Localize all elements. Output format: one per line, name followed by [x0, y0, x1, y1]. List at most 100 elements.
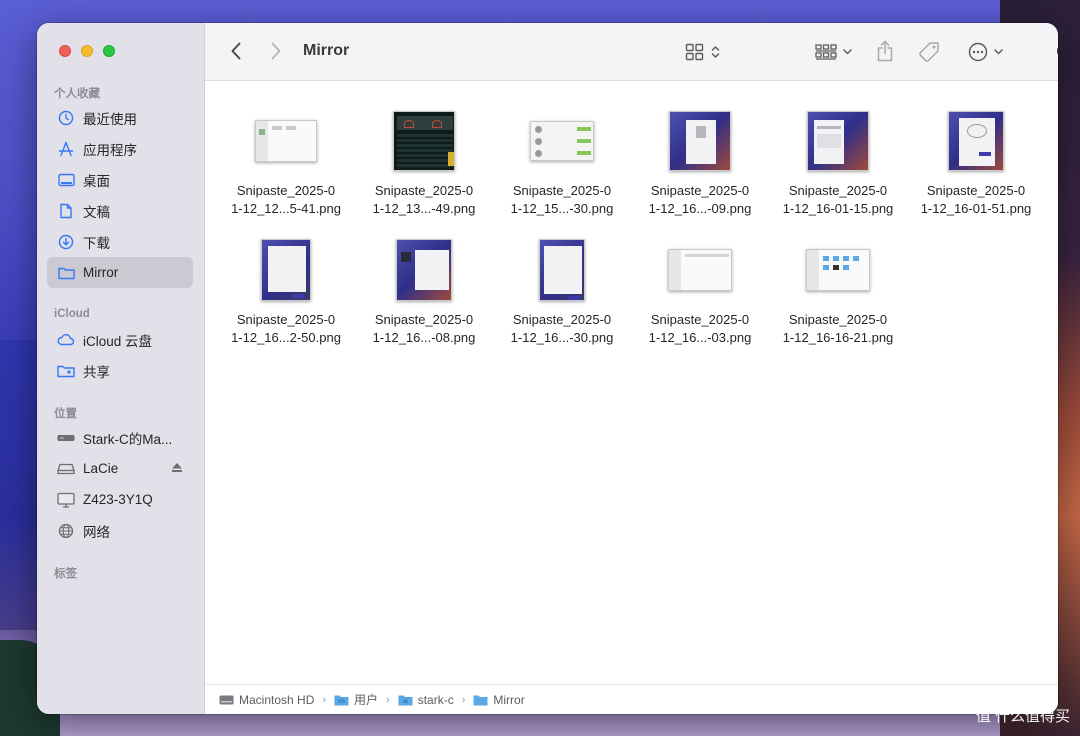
file-name: 1-12_15...-30.png — [497, 200, 627, 218]
sidebar-item-label: 网络 — [83, 521, 110, 541]
file-name: Snipaste_2025-0 — [773, 311, 903, 329]
chevron-updown-icon — [711, 45, 720, 59]
group-button[interactable] — [811, 40, 855, 64]
back-button[interactable] — [225, 40, 247, 62]
path-crumb-stark-c[interactable]: stark-c — [398, 693, 454, 707]
path-crumb-mirror[interactable]: Mirror — [473, 693, 524, 707]
sidebar-item-mirror[interactable]: Mirror — [47, 257, 193, 288]
image-thumbnail — [948, 111, 1004, 171]
file-name: Snipaste_2025-0 — [497, 311, 627, 329]
sidebar-item-icloud-drive[interactable]: iCloud 云盘 — [47, 324, 193, 355]
toolbar: Mirror — [205, 23, 1058, 81]
file-item[interactable]: Snipaste_2025-01-12_16...2-50.png — [221, 237, 351, 357]
file-name: Snipaste_2025-0 — [221, 182, 351, 200]
path-crumb-label: Mirror — [493, 693, 524, 707]
file-item[interactable]: Snipaste_2025-01-12_16...-09.png — [635, 108, 765, 228]
image-thumbnail — [393, 111, 455, 171]
file-item[interactable]: Snipaste_2025-01-12_15...-30.png — [497, 108, 627, 228]
file-name: 1-12_16...-30.png — [497, 329, 627, 347]
clock-icon — [57, 109, 75, 127]
file-grid: Snipaste_2025-01-12_12...5-41.png Snipas… — [205, 81, 1058, 684]
file-item[interactable]: Snipaste_2025-01-12_16-01-51.png — [911, 108, 1041, 228]
view-mode-button[interactable] — [681, 40, 723, 64]
sidebar-item-label: 最近使用 — [83, 108, 137, 128]
tags-header[interactable]: 标签 — [54, 565, 77, 581]
file-item[interactable]: Snipaste_2025-01-12_16-01-15.png — [773, 108, 903, 228]
tag-button[interactable] — [916, 39, 942, 65]
ellipsis-circle-icon — [968, 42, 988, 62]
close-button[interactable] — [59, 45, 71, 57]
sidebar-item-recents[interactable]: 最近使用 — [47, 102, 193, 133]
zoom-button[interactable] — [103, 45, 115, 57]
minimize-button[interactable] — [81, 45, 93, 57]
image-thumbnail — [668, 249, 732, 291]
sidebar-item-label: Z423-3Y1Q — [83, 492, 153, 507]
more-actions-button[interactable] — [963, 40, 1007, 64]
file-name: Snipaste_2025-0 — [359, 182, 489, 200]
window-controls — [59, 45, 115, 57]
favorites-header: 个人收藏 — [54, 85, 100, 101]
sidebar: 个人收藏 最近使用 应用程序 桌面 文稿 — [37, 23, 205, 714]
apps-icon — [57, 140, 75, 158]
folder-icon — [334, 694, 349, 706]
drive-icon — [57, 460, 75, 478]
path-separator-icon: › — [322, 694, 326, 706]
group-icon — [815, 44, 837, 60]
file-item[interactable]: Snipaste_2025-01-12_16...-30.png — [497, 237, 627, 357]
sidebar-item-label: LaCie — [83, 461, 118, 476]
sidebar-item-documents[interactable]: 文稿 — [47, 195, 193, 226]
sidebar-item-this-mac[interactable]: Stark-C的Ma... — [47, 422, 193, 453]
globe-icon — [57, 522, 75, 540]
file-item[interactable]: Snipaste_2025-01-12_16-16-21.png — [773, 237, 903, 357]
file-name: Snipaste_2025-0 — [911, 182, 1041, 200]
watermark-text: 值 什么值得买 — [976, 705, 1070, 726]
file-item[interactable]: Snipaste_2025-01-12_13...-49.png — [359, 108, 489, 228]
sidebar-item-z423[interactable]: Z423-3Y1Q — [47, 484, 193, 515]
eject-icon[interactable] — [171, 461, 183, 476]
sidebar-item-lacie[interactable]: LaCie — [47, 453, 193, 484]
share-icon — [876, 40, 894, 62]
file-name: 1-12_16-01-51.png — [911, 200, 1041, 218]
sidebar-item-label: 文稿 — [83, 201, 110, 221]
image-thumbnail — [530, 121, 594, 161]
image-thumbnail — [539, 239, 585, 301]
file-item[interactable]: Snipaste_2025-01-12_16...-03.png — [635, 237, 765, 357]
share-button[interactable] — [873, 38, 897, 64]
home-folder-icon — [398, 694, 413, 706]
icloud-header: iCloud — [54, 308, 90, 320]
file-name: 1-12_16-16-21.png — [773, 329, 903, 347]
chevron-right-icon — [271, 42, 281, 60]
search-icon — [1056, 43, 1059, 62]
file-item[interactable]: Snipaste_2025-01-12_16...-08.png — [359, 237, 489, 357]
sidebar-item-label: Mirror — [83, 265, 118, 280]
file-name: 1-12_13...-49.png — [359, 200, 489, 218]
monitor-icon — [57, 491, 75, 509]
image-thumbnail — [261, 239, 311, 301]
sidebar-item-applications[interactable]: 应用程序 — [47, 133, 193, 164]
path-crumb-label: 用户 — [354, 691, 378, 708]
sidebar-item-label: 桌面 — [83, 170, 110, 190]
file-name: Snipaste_2025-0 — [221, 311, 351, 329]
sidebar-item-network[interactable]: 网络 — [47, 515, 193, 546]
path-crumb-users[interactable]: 用户 — [334, 691, 378, 708]
file-name: Snipaste_2025-0 — [635, 182, 765, 200]
forward-button[interactable] — [265, 40, 287, 62]
image-thumbnail — [396, 239, 452, 301]
search-button[interactable] — [1053, 40, 1058, 64]
window-title: Mirror — [303, 42, 349, 60]
desktop-icon — [57, 171, 75, 189]
file-name: Snipaste_2025-0 — [359, 311, 489, 329]
shared-folder-icon — [57, 362, 75, 380]
path-separator-icon: › — [386, 694, 390, 706]
mac-mini-icon — [57, 429, 75, 447]
path-crumb-macintosh-hd[interactable]: Macintosh HD — [219, 693, 314, 707]
sidebar-item-shared[interactable]: 共享 — [47, 355, 193, 386]
file-name: 1-12_16...-03.png — [635, 329, 765, 347]
sidebar-item-desktop[interactable]: 桌面 — [47, 164, 193, 195]
watermark: 值 什么值得买 — [976, 705, 1070, 726]
image-thumbnail — [807, 111, 869, 171]
file-item[interactable]: Snipaste_2025-01-12_12...5-41.png — [221, 108, 351, 228]
sidebar-item-downloads[interactable]: 下载 — [47, 226, 193, 257]
chevron-left-icon — [231, 42, 241, 60]
sidebar-item-label: 下载 — [83, 232, 110, 252]
